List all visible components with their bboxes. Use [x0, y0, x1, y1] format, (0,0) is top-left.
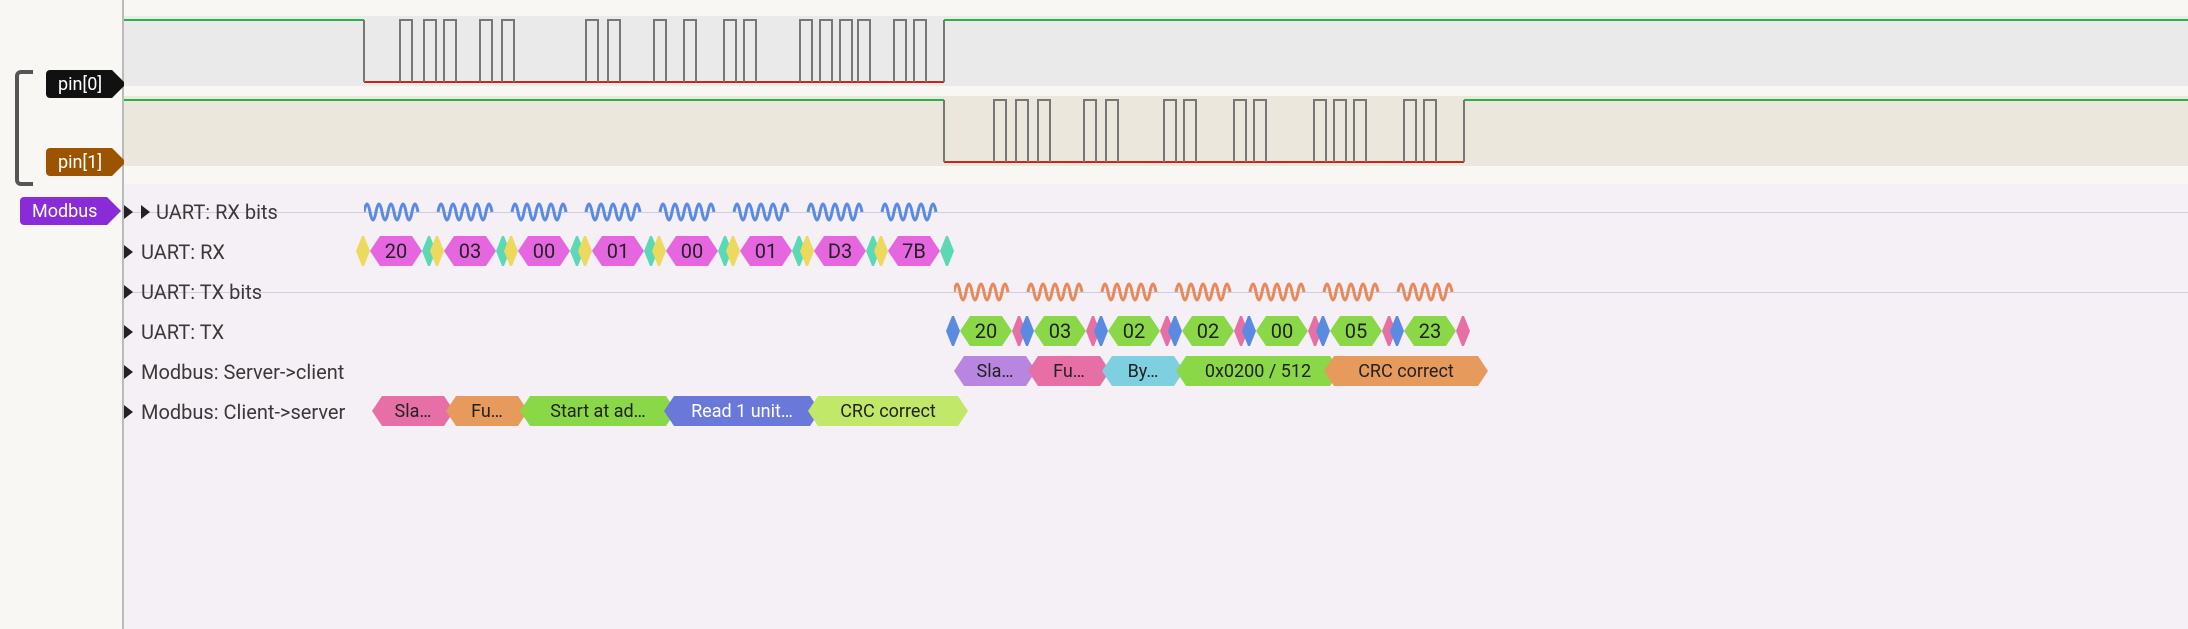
chevron-right-icon: [124, 205, 133, 219]
row-toggle-server-client[interactable]: Modbus: Server->client: [124, 360, 344, 384]
chevron-right-icon: [124, 285, 133, 299]
start-bit: [1316, 316, 1330, 346]
row-toggle-tx[interactable]: UART: TX: [124, 320, 224, 344]
field-bytecount[interactable]: By…: [1102, 356, 1184, 386]
start-bit: [800, 236, 814, 266]
row-uart-tx: UART: TX 20 03 02 02 00 05 23: [124, 312, 2188, 352]
field-slave[interactable]: Sla…: [954, 356, 1036, 386]
rx-byte[interactable]: 00: [518, 236, 570, 266]
row-toggle-rx-bits[interactable]: UART: RX bits: [124, 200, 278, 224]
field-data[interactable]: 0x0200 / 512: [1176, 356, 1340, 386]
chevron-right-icon: [124, 365, 133, 379]
rx-byte[interactable]: 7B: [888, 236, 940, 266]
tx-byte[interactable]: 20: [960, 316, 1012, 346]
protocol-decoder-canvas: pin[0] pin[1] Modbus: [0, 0, 2188, 629]
tx-byte[interactable]: 03: [1034, 316, 1086, 346]
row-toggle-tx-bits[interactable]: UART: TX bits: [124, 280, 262, 304]
start-bit: [578, 236, 592, 266]
protocol-tag-text: Modbus: [32, 201, 97, 222]
chevron-right-icon: [124, 325, 133, 339]
channel-label-text: pin[1]: [58, 152, 102, 173]
tx-bits-blocks: [954, 274, 1474, 310]
tx-byte[interactable]: 02: [1182, 316, 1234, 346]
rx-byte[interactable]: 01: [592, 236, 644, 266]
tx-byte[interactable]: 02: [1108, 316, 1160, 346]
rx-byte[interactable]: 03: [444, 236, 496, 266]
start-bit: [504, 236, 518, 266]
start-bit: [1168, 316, 1182, 346]
start-bit: [1020, 316, 1034, 346]
field-read-qty[interactable]: Read 1 unit…: [664, 396, 820, 426]
row-label-text: Modbus: Client->server: [141, 400, 345, 424]
channel-label-text: pin[0]: [58, 74, 102, 95]
field-crc[interactable]: CRC correct: [1324, 356, 1488, 386]
start-bit: [874, 236, 888, 266]
waveform-svg: [124, 96, 2188, 166]
channel-group-bracket: [15, 70, 33, 186]
start-bit: [356, 236, 370, 266]
timeline[interactable]: UART: RX bits U: [124, 0, 2188, 629]
rx-byte[interactable]: D3: [814, 236, 866, 266]
field-slave[interactable]: Sla…: [372, 396, 454, 426]
field-start-address[interactable]: Start at ad…: [520, 396, 676, 426]
waveform-svg: [124, 16, 2188, 86]
start-bit: [1242, 316, 1256, 346]
start-bit: [946, 316, 960, 346]
rx-byte[interactable]: 01: [740, 236, 792, 266]
stop-bit: [940, 236, 954, 266]
tx-byte[interactable]: 23: [1404, 316, 1456, 346]
start-bit: [726, 236, 740, 266]
start-bit: [430, 236, 444, 266]
field-function[interactable]: Fu…: [446, 396, 528, 426]
start-bit: [1094, 316, 1108, 346]
waveform-pin0[interactable]: [124, 16, 2188, 86]
row-label-text: UART: TX bits: [141, 280, 262, 304]
row-label-text: Modbus: Server->client: [141, 360, 344, 384]
channel-label-pin0[interactable]: pin[0]: [46, 70, 112, 98]
chevron-right-icon: [141, 205, 150, 219]
channel-label-pin1[interactable]: pin[1]: [46, 148, 112, 176]
chevron-right-icon: [124, 245, 133, 259]
rx-byte[interactable]: 00: [666, 236, 718, 266]
row-uart-rx-bits: UART: RX bits: [124, 192, 2188, 232]
tx-byte[interactable]: 00: [1256, 316, 1308, 346]
row-uart-rx: UART: RX 20 03 00 01 00 01 D3 7B: [124, 232, 2188, 272]
row-label-text: UART: RX: [141, 240, 225, 264]
row-label-text: UART: RX bits: [156, 200, 278, 224]
rx-bits-blocks: [364, 194, 944, 230]
row-uart-tx-bits: UART: TX bits: [124, 272, 2188, 312]
rx-byte[interactable]: 20: [370, 236, 422, 266]
stop-bit: [1456, 316, 1470, 346]
tx-byte[interactable]: 05: [1330, 316, 1382, 346]
row-label-text: UART: TX: [141, 320, 224, 344]
start-bit: [652, 236, 666, 266]
protocol-tag-modbus[interactable]: Modbus: [20, 197, 107, 225]
field-function[interactable]: Fu…: [1028, 356, 1110, 386]
row-toggle-client-server[interactable]: Modbus: Client->server: [124, 400, 345, 424]
start-bit: [1390, 316, 1404, 346]
row-toggle-rx[interactable]: UART: RX: [124, 240, 225, 264]
chevron-right-icon: [124, 405, 133, 419]
field-crc[interactable]: CRC correct: [808, 396, 968, 426]
row-modbus-client-server: Modbus: Client->server Sla… Fu… Start at…: [124, 392, 2188, 432]
row-modbus-server-client: Modbus: Server->client Sla… Fu… By… 0x02…: [124, 352, 2188, 392]
waveform-pin1[interactable]: [124, 96, 2188, 166]
